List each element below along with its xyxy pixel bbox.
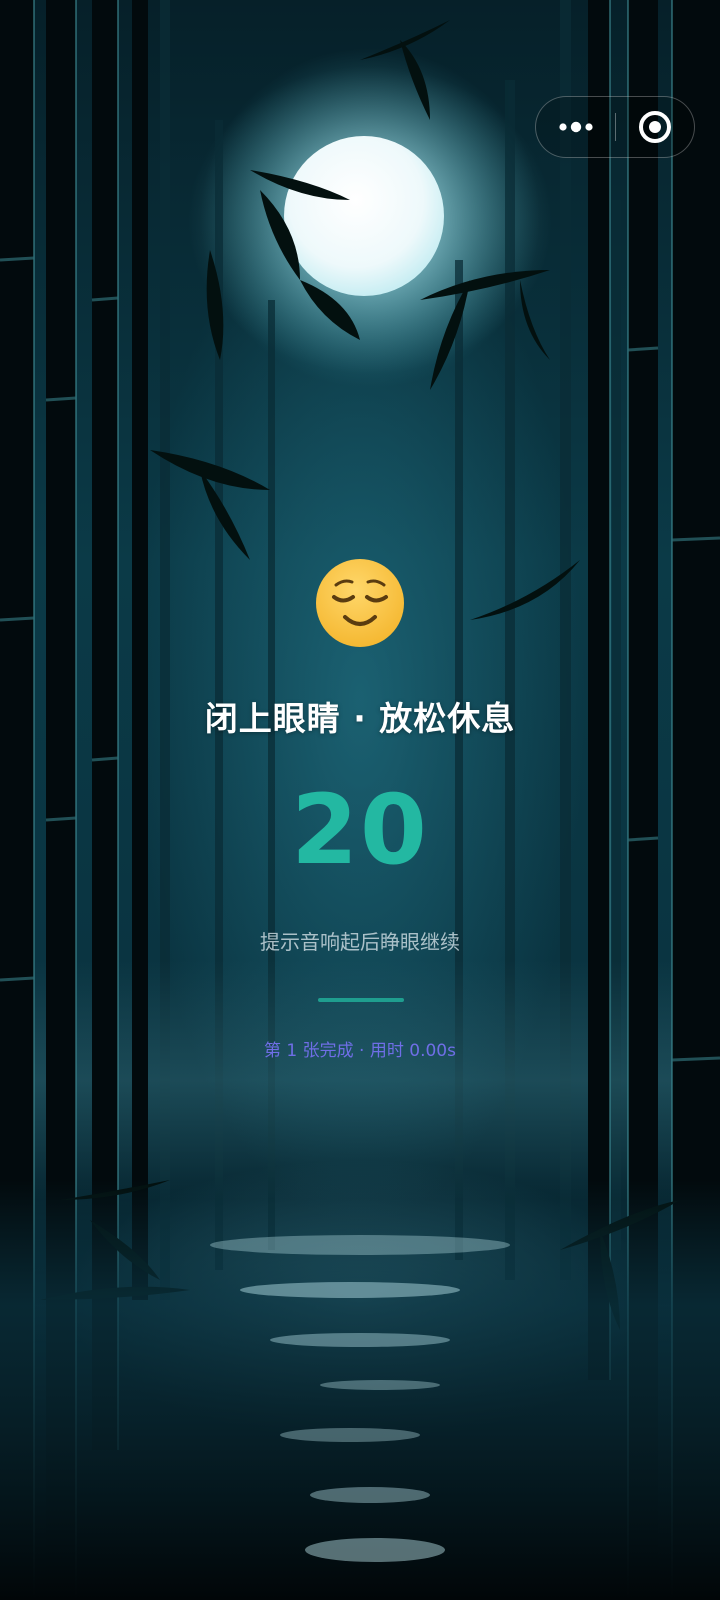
close-miniprogram-button[interactable] [616,97,693,156]
countdown-number: 20 [291,774,429,886]
progress-status: 第 1 张完成 · 用时 0.00s [264,1041,456,1061]
more-button[interactable] [536,97,615,156]
hint-text: 提示音响起后睁眼继续 [260,930,460,954]
capsule-menu [535,96,695,158]
relieved-face-icon [316,559,404,647]
accent-divider [318,998,404,1002]
target-circle-icon [638,110,671,143]
rest-screen: 闭上眼睛 · 放松休息 20 提示音响起后睁眼继续 第 1 张完成 · 用时 0… [0,0,720,1600]
rest-title: 闭上眼睛 · 放松休息 [204,699,516,738]
more-dots-icon [558,121,593,132]
